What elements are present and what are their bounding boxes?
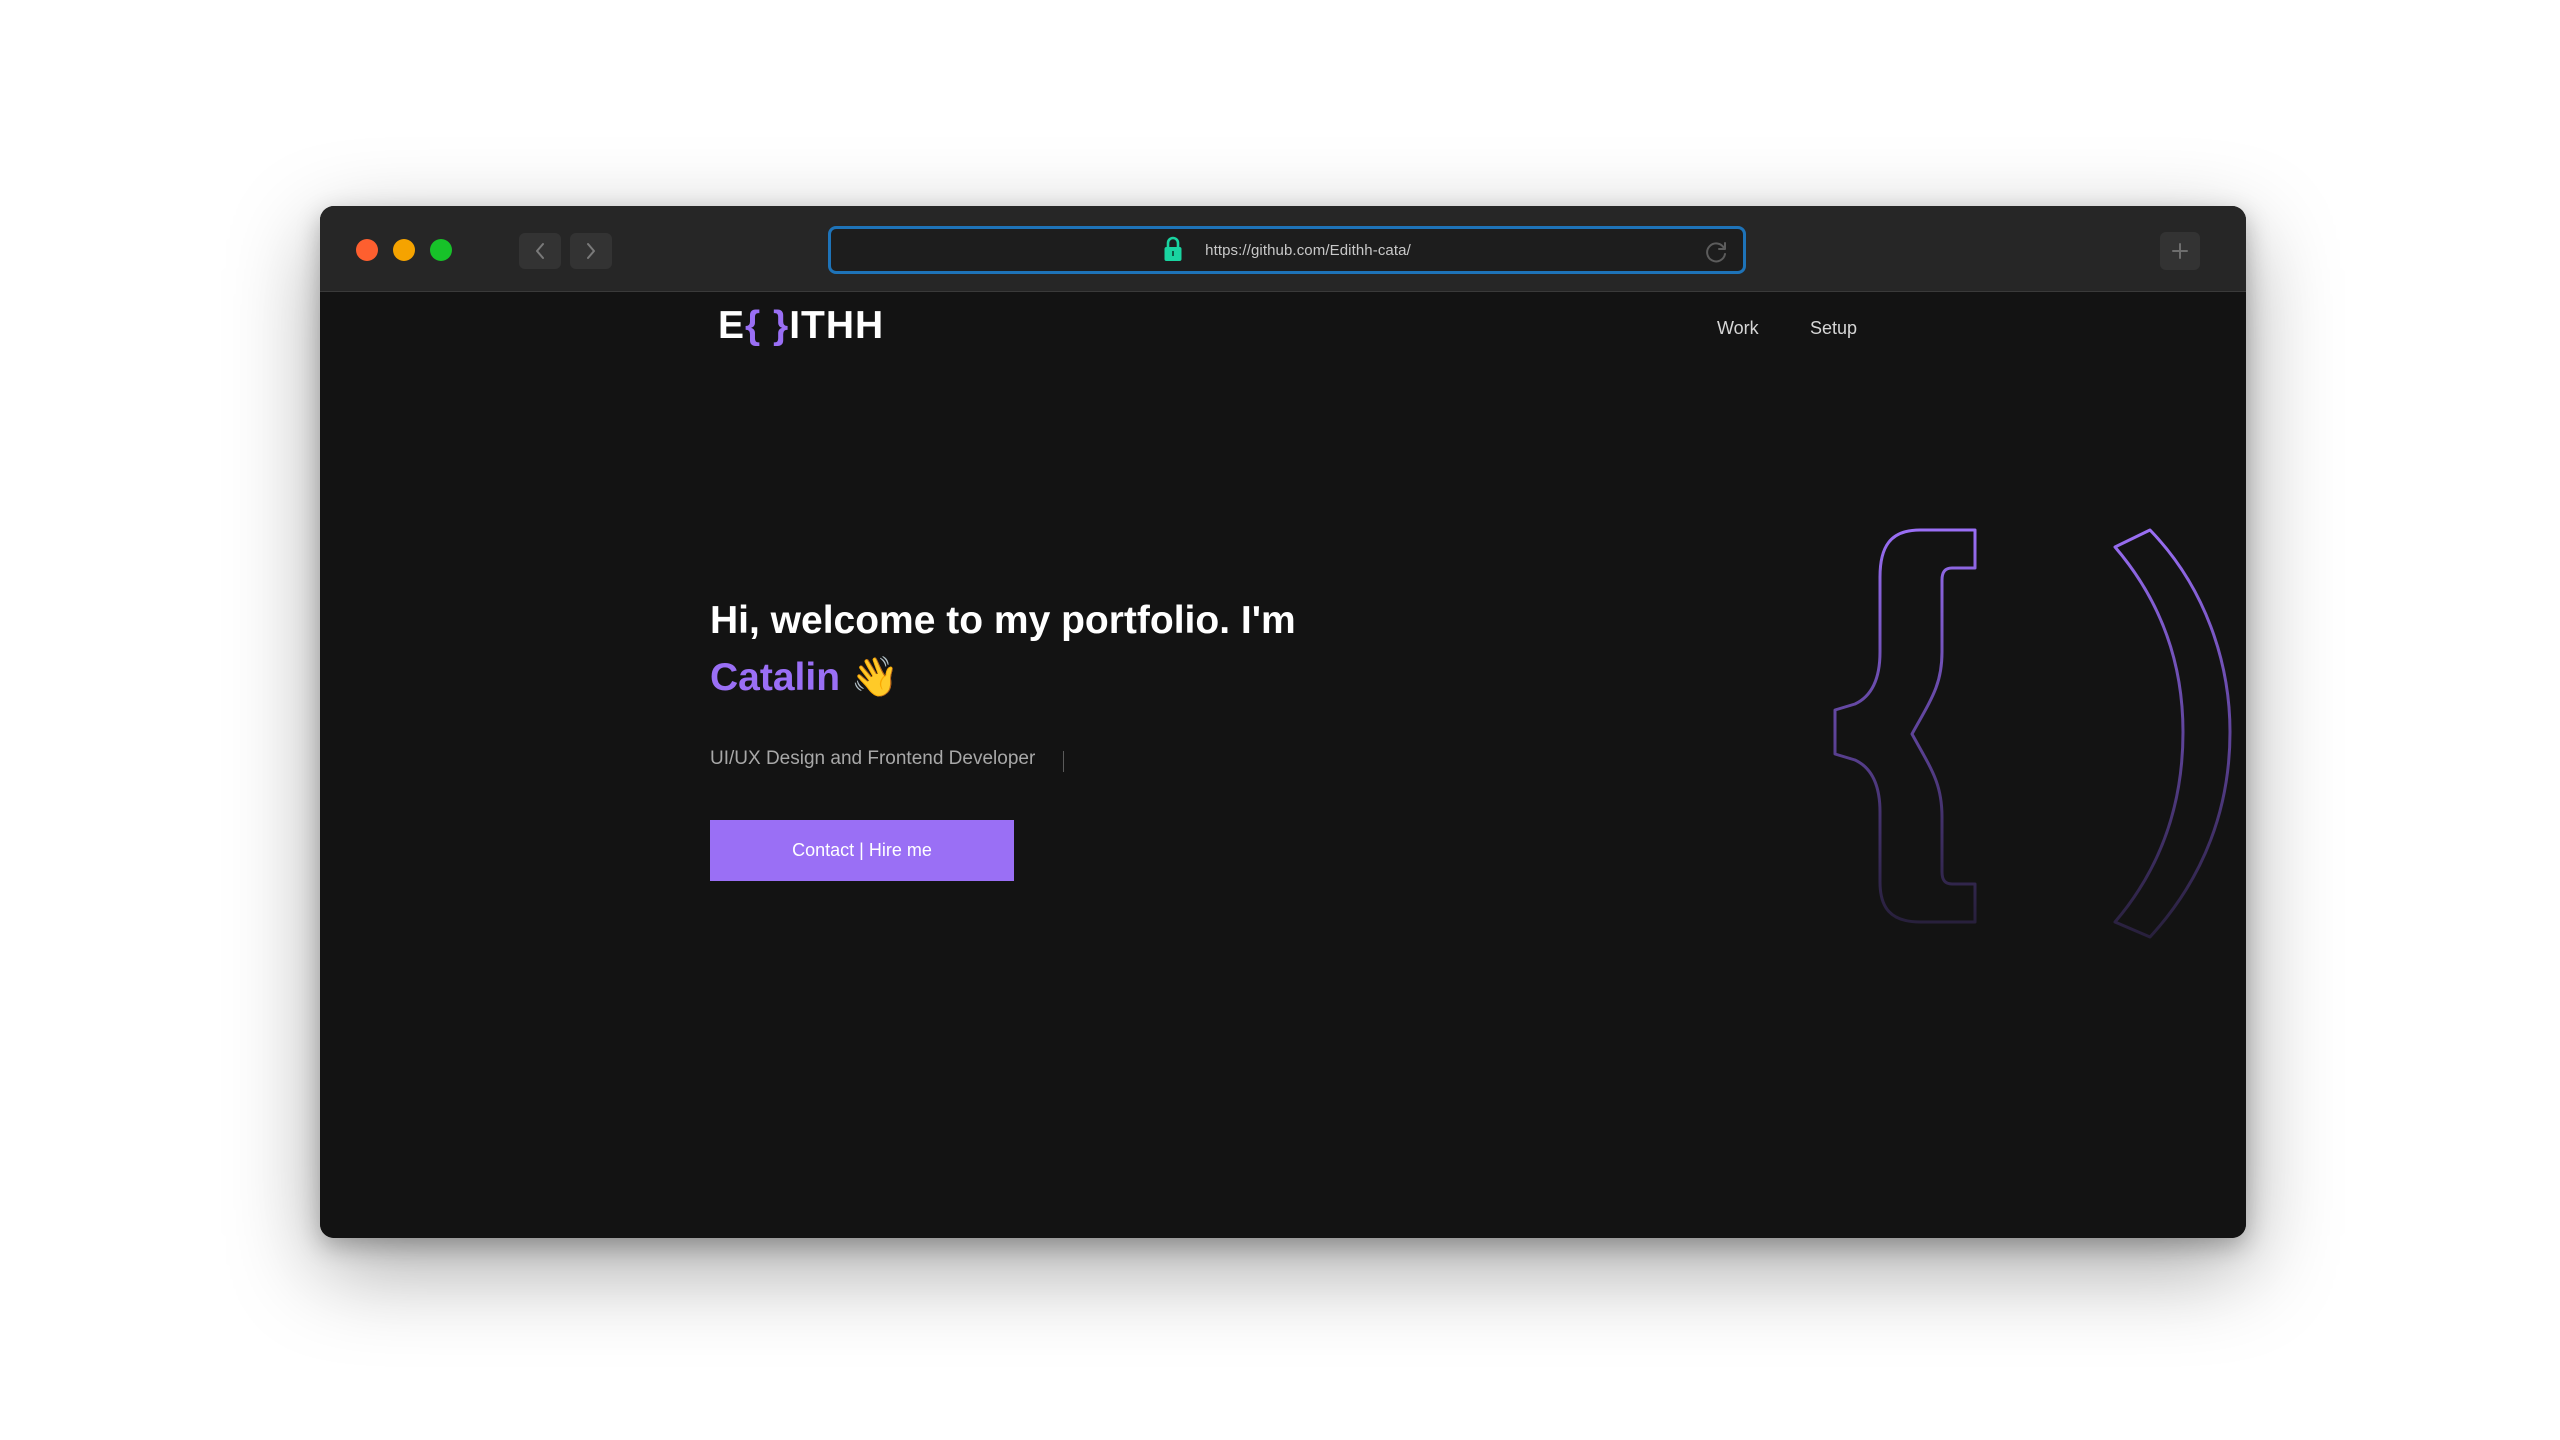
hero-subtitle: UI/UX Design and Frontend Developer: [710, 748, 1036, 769]
nav-link-work[interactable]: Work: [1717, 318, 1759, 339]
hero-heading: Hi, welcome to my portfolio. I'm Catalin…: [710, 592, 1510, 706]
waving-hand-icon: 👋: [850, 656, 900, 699]
logo-brace: { }: [745, 304, 790, 347]
plus-icon: [2172, 243, 2188, 259]
braces-icon: [1833, 528, 2232, 939]
contact-hire-button[interactable]: Contact | Hire me: [710, 820, 1014, 881]
browser-window: https://github.com/Edithh-cata/ E { } IT…: [320, 206, 2246, 1238]
hero-greeting: Hi, welcome to my portfolio. I'm: [710, 599, 1296, 642]
forward-button[interactable]: [570, 233, 612, 269]
site-logo[interactable]: E { } ITHH: [718, 304, 884, 348]
logo-text-left: E: [718, 304, 746, 347]
typing-cursor: [1063, 751, 1064, 772]
logo-text-right: ITHH: [789, 304, 885, 347]
url-text[interactable]: https://github.com/Edithh-cata/: [1205, 242, 1411, 259]
hero-name: Catalin: [710, 656, 841, 699]
browser-toolbar: https://github.com/Edithh-cata/: [320, 206, 2246, 292]
address-bar[interactable]: https://github.com/Edithh-cata/: [828, 226, 1746, 274]
lock-icon: [1164, 236, 1182, 261]
reload-icon[interactable]: [1703, 239, 1729, 265]
close-window-button[interactable]: [356, 239, 378, 261]
back-button[interactable]: [519, 233, 561, 269]
minimize-window-button[interactable]: [393, 239, 415, 261]
maximize-window-button[interactable]: [430, 239, 452, 261]
chevron-left-icon: [536, 243, 544, 259]
nav-link-setup[interactable]: Setup: [1810, 318, 1857, 339]
new-tab-button[interactable]: [2160, 232, 2200, 270]
chevron-right-icon: [587, 243, 595, 259]
portfolio-page: E { } ITHH Work Setup Hi, welcome to my …: [320, 292, 2246, 1238]
